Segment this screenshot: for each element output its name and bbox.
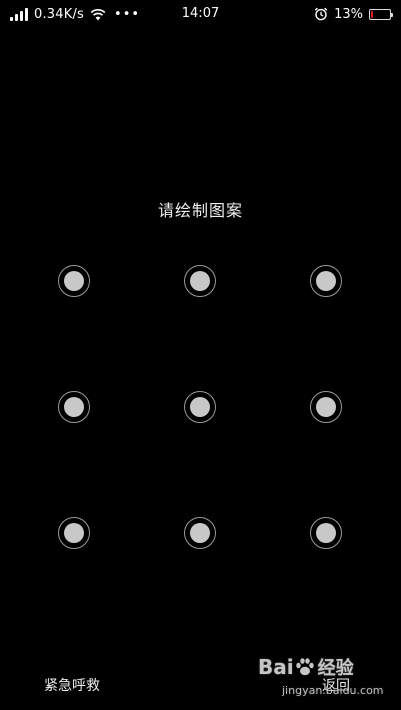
pattern-node-8[interactable] [184,517,216,549]
pattern-node-dot [316,397,336,417]
pattern-node-dot [190,523,210,543]
pattern-node-2[interactable] [184,265,216,297]
pattern-node-1[interactable] [58,265,90,297]
pattern-node-7[interactable] [58,517,90,549]
pattern-grid [0,0,401,710]
status-right-group: 13% [314,6,393,22]
pattern-node-3[interactable] [310,265,342,297]
status-bar: 0.34K/s ••• 14:07 13% [0,0,401,28]
baidu-jingyan-watermark: Bai 经验 jingyan.baidu.com [258,654,398,704]
battery-icon [369,8,393,20]
pattern-node-dot [64,523,84,543]
pattern-node-9[interactable] [310,517,342,549]
alarm-icon [314,7,328,21]
watermark-logo-text: Bai [258,655,294,679]
pattern-node-dot [64,397,84,417]
pattern-node-dot [316,523,336,543]
pattern-node-dot [190,271,210,291]
pattern-node-5[interactable] [184,391,216,423]
battery-level-fill [371,10,373,18]
pattern-node-dot [64,271,84,291]
watermark-logo: Bai 经验 [258,654,354,680]
pattern-prompt: 请绘制图案 [157,201,243,220]
pattern-node-dot [190,397,210,417]
battery-percent: 13% [334,6,363,22]
pattern-node-6[interactable] [310,391,342,423]
pattern-node-dot [316,271,336,291]
watermark-url: jingyan.baidu.com [282,684,384,697]
paw-icon [295,658,314,676]
emergency-call-button[interactable]: 紧急呼救 [44,675,100,695]
pattern-node-4[interactable] [58,391,90,423]
watermark-logo-suffix: 经验 [317,658,354,679]
